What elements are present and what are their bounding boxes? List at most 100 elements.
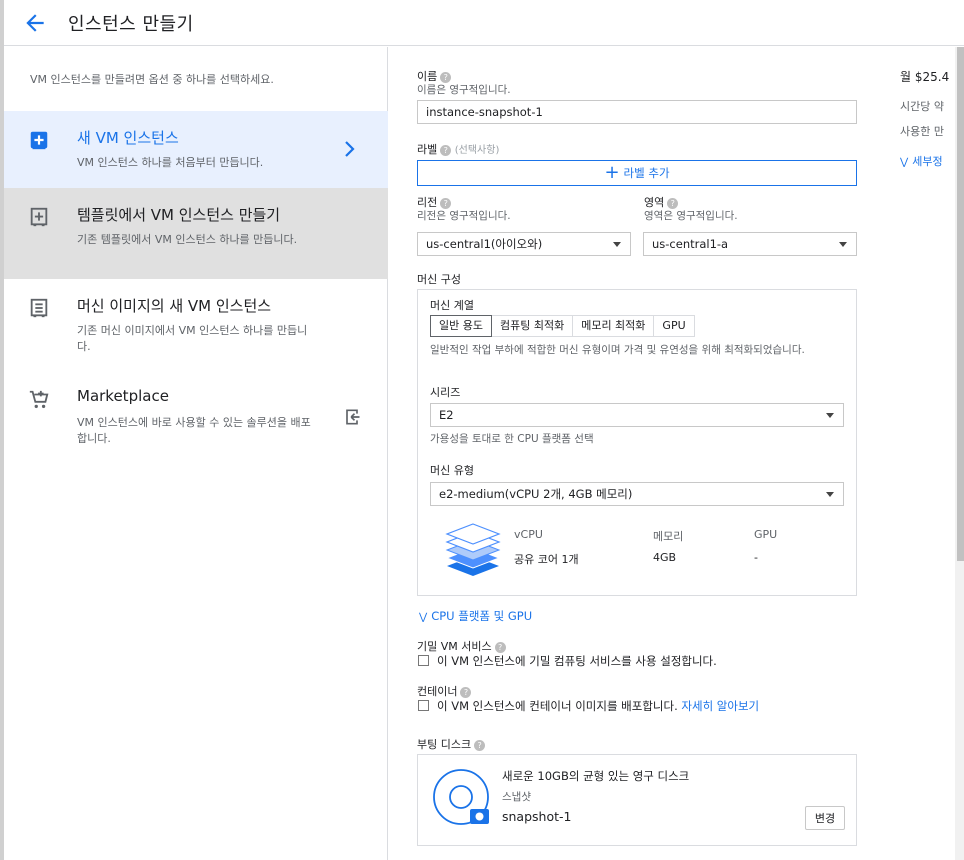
spec-header-gpu: GPU	[754, 528, 778, 541]
form-panel: 이름? 이름은 영구적입니다. instance-snapshot-1 라벨? …	[389, 47, 964, 860]
cpu-platform-link[interactable]: ⋁ CPU 플랫폼 및 GPU	[419, 608, 532, 624]
chevron-right-icon	[345, 141, 355, 157]
zone-value: us-central1-a	[652, 237, 729, 251]
machine-family-label: 머신 계열	[430, 299, 474, 312]
confidential-label: 기밀 VM 서비스	[417, 640, 492, 653]
disk-source-label: 스냅샷	[502, 791, 531, 803]
help-icon[interactable]: ?	[460, 686, 472, 698]
back-arrow-icon[interactable]	[22, 10, 48, 36]
tab-compute-optimized[interactable]: 컴퓨팅 최적화	[491, 316, 574, 336]
creation-options-panel: VM 인스턴스를 만들려면 옵션 중 하나를 선택하세요. 새 VM 인스턴스 …	[4, 47, 388, 860]
machine-family-tabs: 일반 용도 컴퓨팅 최적화 메모리 최적화 GPU	[430, 315, 695, 337]
labels-label-row: 라벨? (선택사항)	[417, 141, 499, 157]
name-input[interactable]: instance-snapshot-1	[417, 100, 857, 124]
container-label: 컨테이너	[417, 685, 458, 698]
dropdown-arrow-icon	[613, 242, 621, 247]
plus-icon: +	[604, 162, 620, 183]
page-title: 인스턴스 만들기	[68, 14, 194, 35]
option-template-vm-instance[interactable]: 템플릿에서 VM 인스턴스 만들기 기존 템플릿에서 VM 인스턴스 하나를 만…	[4, 188, 388, 279]
series-value: E2	[439, 408, 454, 422]
boot-disk-label: 부팅 디스크	[417, 738, 472, 751]
container-label-row: 컨테이너?	[417, 683, 472, 699]
spec-header-vcpu: vCPU	[514, 528, 543, 541]
series-label: 시리즈	[430, 386, 461, 399]
machine-image-icon	[30, 298, 48, 318]
chevron-down-icon: ⋁	[419, 612, 428, 623]
option-title: 템플릿에서 VM 인스턴스 만들기	[77, 206, 281, 224]
help-icon[interactable]: ?	[494, 641, 506, 653]
region-select[interactable]: us-central1(아이오와)	[417, 232, 631, 256]
confidential-checkbox[interactable]	[418, 655, 429, 666]
zone-select[interactable]: us-central1-a	[643, 232, 857, 256]
help-icon[interactable]: ?	[440, 71, 452, 83]
help-icon[interactable]: ?	[474, 739, 486, 751]
open-external-icon[interactable]	[342, 407, 362, 427]
zone-sub: 영역은 영구적입니다.	[644, 210, 738, 222]
option-title: Marketplace	[77, 387, 169, 405]
tab-gpu[interactable]: GPU	[654, 316, 694, 336]
dropdown-arrow-icon	[826, 492, 834, 497]
add-box-icon	[30, 131, 48, 150]
series-sub: 가용성을 토대로 한 CPU 플랫폼 선택	[430, 433, 594, 445]
container-check-label: 이 VM 인스턴스에 컨테이너 이미지를 배포합니다.	[437, 699, 678, 713]
add-label-button[interactable]: + 라벨 추가	[417, 160, 857, 186]
region-value: us-central1(아이오와)	[426, 237, 543, 251]
help-icon[interactable]: ?	[667, 197, 679, 209]
dropdown-arrow-icon	[826, 413, 834, 418]
option-desc: VM 인스턴스에 바로 사용할 수 있는 솔루션을 배포합니다.	[77, 416, 311, 445]
confidential-check-label: 이 VM 인스턴스에 기밀 컴퓨팅 서비스를 사용 설정합니다.	[437, 654, 717, 668]
disk-source: snapshot-1	[502, 809, 572, 824]
container-checkbox[interactable]	[418, 700, 429, 711]
boot-disk-box: 새로운 10GB의 균형 있는 영구 디스크 스냅샷 snapshot-1 변경	[417, 754, 857, 846]
option-machine-image-vm-instance[interactable]: 머신 이미지의 새 VM 인스턴스 기존 머신 이미지에서 VM 인스턴스 하나…	[4, 279, 388, 371]
options-intro: VM 인스턴스를 만들려면 옵션 중 하나를 선택하세요.	[30, 73, 274, 86]
tab-general-purpose[interactable]: 일반 용도	[430, 315, 492, 337]
scrollbar[interactable]	[955, 47, 964, 860]
window: 인스턴스 만들기 VM 인스턴스를 만들려면 옵션 중 하나를 선택하세요. 새…	[0, 0, 964, 860]
series-select[interactable]: E2	[430, 403, 844, 427]
price-usage: 사용한 만	[900, 125, 944, 138]
labels-optional: (선택사항)	[454, 145, 500, 156]
option-desc: VM 인스턴스 하나를 처음부터 만듭니다.	[77, 156, 264, 169]
boot-disk-label-row: 부팅 디스크?	[417, 736, 486, 752]
machine-config-box: 머신 계열 일반 용도 컴퓨팅 최적화 메모리 최적화 GPU 일반적인 작업 …	[417, 289, 857, 596]
machine-config-label: 머신 구성	[417, 273, 461, 286]
layers-icon	[445, 523, 501, 576]
family-desc: 일반적인 작업 부하에 적합한 머신 유형이며 가격 및 유연성을 위해 최적화…	[430, 344, 805, 356]
spec-value-memory: 4GB	[653, 551, 677, 564]
tab-memory-optimized[interactable]: 메모리 최적화	[573, 316, 655, 336]
option-new-vm-instance[interactable]: 새 VM 인스턴스 VM 인스턴스 하나를 처음부터 만듭니다.	[4, 111, 388, 188]
spec-header-memory: 메모리	[653, 530, 684, 543]
spec-value-vcpu: 공유 코어 1개	[514, 553, 579, 566]
name-sub: 이름은 영구적입니다.	[417, 84, 511, 96]
option-title: 새 VM 인스턴스	[77, 129, 179, 147]
learn-more-link[interactable]: 자세히 알아보기	[681, 699, 759, 713]
spec-value-gpu: -	[754, 551, 758, 564]
chevron-down-icon: ⋁	[900, 157, 909, 168]
change-disk-button[interactable]: 변경	[805, 806, 845, 830]
header: 인스턴스 만들기	[4, 0, 964, 46]
machine-type-select[interactable]: e2-medium(vCPU 2개, 4GB 메모리)	[430, 482, 844, 506]
option-marketplace[interactable]: Marketplace VM 인스턴스에 바로 사용할 수 있는 솔루션을 배포…	[4, 371, 388, 461]
cart-add-icon	[29, 390, 49, 409]
help-icon[interactable]: ?	[440, 144, 452, 156]
labels-label: 라벨	[417, 143, 438, 156]
option-desc: 기존 템플릿에서 VM 인스턴스 하나를 만듭니다.	[77, 233, 298, 246]
region-sub: 리전은 영구적입니다.	[417, 210, 511, 222]
container-check-row: 이 VM 인스턴스에 컨테이너 이미지를 배포합니다. 자세히 알아보기	[437, 698, 759, 714]
machine-type-label: 머신 유형	[430, 464, 474, 477]
scrollbar-thumb[interactable]	[957, 47, 964, 561]
option-title: 머신 이미지의 새 VM 인스턴스	[77, 297, 272, 315]
add-label-text: 라벨 추가	[623, 166, 670, 180]
machine-type-value: e2-medium(vCPU 2개, 4GB 메모리)	[439, 487, 633, 501]
option-desc: 기존 머신 이미지에서 VM 인스턴스 하나를 만듭니다.	[77, 324, 308, 353]
confidential-label-row: 기밀 VM 서비스?	[417, 638, 506, 654]
price-details-text: 세부정	[912, 155, 943, 168]
help-icon[interactable]: ?	[440, 197, 452, 209]
disk-icon	[433, 769, 489, 825]
template-add-icon	[30, 207, 48, 227]
price-hourly: 시간당 약	[900, 100, 944, 113]
price-details-link[interactable]: ⋁ 세부정	[900, 153, 943, 169]
price-monthly: 월 $25.4	[900, 70, 950, 84]
cpu-platform-text: CPU 플랫폼 및 GPU	[431, 609, 533, 623]
